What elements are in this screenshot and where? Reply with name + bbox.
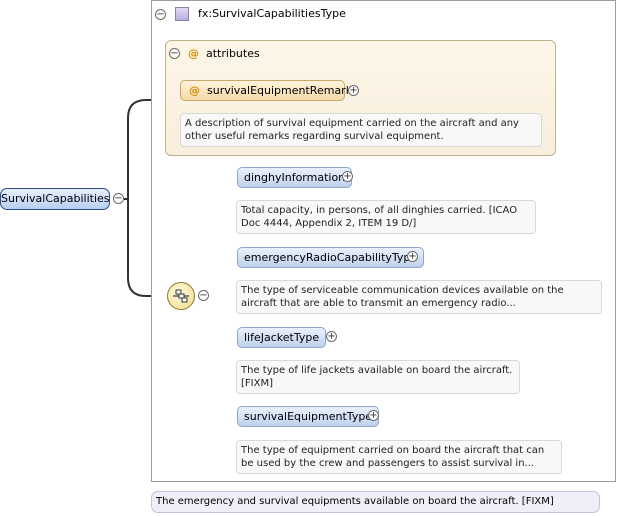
element-expand-toggle[interactable]: +: [407, 251, 418, 262]
attribute-label: survivalEquipmentRemarks: [207, 84, 358, 97]
attributes-collapse-toggle[interactable]: −: [169, 48, 180, 59]
element-expand-toggle[interactable]: +: [326, 331, 337, 342]
sequence-collapse-toggle[interactable]: −: [198, 290, 209, 301]
type-collapse-toggle[interactable]: −: [155, 9, 166, 20]
element-survival-equipment-type[interactable]: survivalEquipmentType: [237, 406, 380, 427]
root-collapse-toggle[interactable]: −: [113, 193, 124, 204]
attribute-expand-toggle[interactable]: +: [348, 85, 359, 96]
element-description: Total capacity, in persons, of all dingh…: [236, 200, 536, 234]
element-life-jacket-type[interactable]: lifeJacketType: [237, 327, 327, 348]
root-element-survival-capabilities[interactable]: SurvivalCapabilities: [0, 188, 110, 210]
complex-type-icon: [175, 7, 189, 21]
root-description: The emergency and survival equipments av…: [151, 491, 600, 513]
sequence-compositor-icon[interactable]: [167, 282, 195, 310]
element-dinghy-information[interactable]: dinghyInformation: [237, 167, 353, 188]
element-description: The type of serviceable communication de…: [236, 280, 602, 314]
attributes-title: attributes: [206, 47, 260, 60]
attribute-description: A description of survival equipment carr…: [180, 113, 542, 147]
element-expand-toggle[interactable]: +: [368, 410, 379, 421]
element-expand-toggle[interactable]: +: [342, 171, 353, 182]
attribute-at-icon: @: [189, 84, 200, 97]
element-emergency-radio-capability-type[interactable]: emergencyRadioCapabilityType: [237, 247, 425, 268]
attribute-at-icon: @: [188, 47, 199, 60]
type-title: fx:SurvivalCapabilitiesType: [198, 7, 346, 20]
element-description: The type of life jackets available on bo…: [236, 360, 520, 394]
attribute-survival-equipment-remarks[interactable]: @ survivalEquipmentRemarks: [180, 80, 358, 101]
element-description: The type of equipment carried on board t…: [236, 440, 562, 474]
sequence-icon: [173, 289, 189, 303]
root-element-label: SurvivalCapabilities: [1, 192, 110, 205]
